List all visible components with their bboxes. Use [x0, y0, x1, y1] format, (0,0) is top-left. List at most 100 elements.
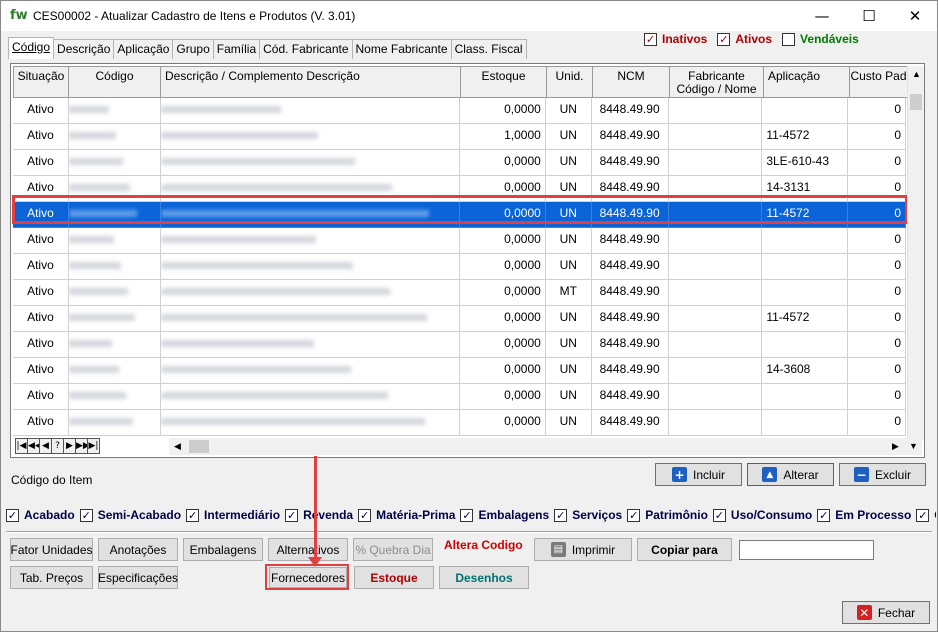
cell-ncm[interactable]: 8448.49.90 — [591, 280, 669, 306]
cell-unid[interactable]: UN — [545, 358, 592, 384]
quebra-dia-button[interactable]: % Quebra Dia — [353, 538, 433, 561]
cell-fabricante[interactable] — [668, 306, 763, 332]
cell-descricao[interactable] — [160, 124, 460, 150]
tab-familia[interactable]: Família — [212, 39, 261, 59]
cell-situacao[interactable]: Ativo — [13, 202, 69, 228]
tab-cod-fabricante[interactable]: Cód. Fabricante — [259, 39, 353, 59]
desenhos-button[interactable]: Desenhos — [439, 566, 529, 589]
table-row[interactable]: Ativo 0,0000 UN 8448.49.90 14-3131 0 — [13, 176, 906, 202]
cell-fabricante[interactable] — [668, 358, 763, 384]
cell-custo[interactable]: 0 — [848, 306, 906, 332]
cell-estoque[interactable]: 0,0000 — [459, 306, 546, 332]
cell-aplicacao[interactable] — [762, 254, 849, 280]
type-checkbox[interactable]: ✓ — [6, 508, 19, 522]
embalagens-button[interactable]: Embalagens — [183, 538, 263, 561]
cell-situacao[interactable]: Ativo — [13, 410, 69, 436]
table-row[interactable]: Ativo 0,0000 UN 8448.49.90 0 — [13, 254, 906, 280]
cell-fabricante[interactable] — [668, 410, 763, 436]
col-ncm[interactable]: NCM — [593, 66, 670, 98]
cell-codigo[interactable] — [68, 254, 161, 280]
type-filter-item[interactable]: ✓ Revenda — [285, 506, 353, 524]
cell-estoque[interactable]: 0,0000 — [459, 254, 546, 280]
cell-ncm[interactable]: 8448.49.90 — [591, 124, 669, 150]
table-row[interactable]: Ativo 1,0000 UN 8448.49.90 11-4572 0 — [13, 124, 906, 150]
ativos-checkbox[interactable]: ✓ — [717, 32, 731, 46]
cell-fabricante[interactable] — [668, 254, 763, 280]
altera-codigo-button[interactable]: Altera Codigo — [444, 538, 523, 552]
col-estoque[interactable]: Estoque — [461, 66, 547, 98]
cell-aplicacao[interactable] — [762, 98, 849, 124]
tab-descricao[interactable]: Descrição — [53, 39, 115, 59]
vertical-scroll-thumb[interactable] — [910, 94, 922, 110]
cell-unid[interactable]: UN — [545, 202, 592, 228]
type-checkbox[interactable]: ✓ — [712, 508, 726, 522]
cell-situacao[interactable]: Ativo — [13, 228, 69, 254]
cell-aplicacao[interactable]: 14-3608 — [762, 358, 849, 384]
type-checkbox[interactable]: ✓ — [285, 508, 299, 522]
especificacoes-button[interactable]: Especificações — [98, 566, 178, 589]
cell-codigo[interactable] — [68, 228, 161, 254]
scroll-right-icon[interactable]: ▶ — [887, 438, 904, 455]
cell-custo[interactable]: 0 — [848, 150, 906, 176]
cell-unid[interactable]: UN — [545, 306, 592, 332]
table-row[interactable]: Ativo 0,0000 UN 8448.49.90 0 — [13, 98, 906, 124]
type-filter-item[interactable]: ✓ Embalagens — [460, 506, 549, 524]
cell-descricao[interactable] — [160, 280, 460, 306]
table-row[interactable]: Ativo 0,0000 UN 8448.49.90 0 — [13, 384, 906, 410]
table-row[interactable]: Ativo 0,0000 UN 8448.49.90 0 — [13, 410, 906, 436]
nav-last-button[interactable]: ▶| — [87, 438, 100, 454]
tab-precos-button[interactable]: Tab. Preços — [10, 566, 93, 589]
tab-class-fiscal[interactable]: Class. Fiscal — [450, 39, 527, 59]
col-unid[interactable]: Unid. — [547, 66, 593, 98]
cell-unid[interactable]: MT — [545, 280, 592, 306]
cell-codigo[interactable] — [68, 150, 161, 176]
col-fabricante[interactable]: Fabricante Código / Nome — [670, 66, 764, 98]
incluir-button[interactable]: + Incluir — [655, 463, 742, 486]
type-filter-item[interactable]: ✓ Uso/Consumo — [712, 506, 812, 524]
cell-custo[interactable]: 0 — [848, 202, 906, 228]
type-filter-item[interactable]: ✓ Patrimônio — [627, 506, 708, 524]
cell-situacao[interactable]: Ativo — [13, 124, 69, 150]
tab-nome-fabricante[interactable]: Nome Fabricante — [351, 39, 452, 59]
cell-custo[interactable]: 0 — [848, 254, 906, 280]
cell-codigo[interactable] — [68, 124, 161, 150]
cell-descricao[interactable] — [160, 202, 460, 228]
col-aplicacao[interactable]: Aplicação — [764, 66, 850, 98]
cell-unid[interactable]: UN — [545, 332, 592, 358]
cell-estoque[interactable]: 0,0000 — [459, 176, 546, 202]
cell-fabricante[interactable] — [668, 280, 763, 306]
table-row[interactable]: Ativo 0,0000 UN 8448.49.90 0 — [13, 332, 906, 358]
cell-aplicacao[interactable]: 3LE-610-43 — [762, 150, 849, 176]
cell-unid[interactable]: UN — [545, 384, 592, 410]
cell-ncm[interactable]: 8448.49.90 — [591, 202, 669, 228]
items-grid[interactable]: Situação Código Descrição / Complemento … — [10, 63, 925, 458]
cell-ncm[interactable]: 8448.49.90 — [591, 384, 669, 410]
cell-custo[interactable]: 0 — [848, 176, 906, 202]
cell-codigo[interactable] — [68, 332, 161, 358]
cell-fabricante[interactable] — [668, 124, 763, 150]
cell-estoque[interactable]: 0,0000 — [459, 410, 546, 436]
table-row[interactable]: Ativo 0,0000 UN 8448.49.90 11-4572 0 — [13, 306, 906, 332]
cell-descricao[interactable] — [160, 228, 460, 254]
cell-codigo[interactable] — [68, 410, 161, 436]
cell-ncm[interactable]: 8448.49.90 — [591, 358, 669, 384]
maximize-button[interactable]: ☐ — [846, 1, 892, 31]
scroll-up-icon[interactable]: ▲ — [908, 66, 924, 83]
cell-aplicacao[interactable]: 11-4572 — [762, 202, 849, 228]
cell-estoque[interactable]: 0,0000 — [459, 384, 546, 410]
cell-estoque[interactable]: 0,0000 — [459, 202, 546, 228]
cell-aplicacao[interactable] — [762, 384, 849, 410]
cell-fabricante[interactable] — [668, 202, 763, 228]
cell-situacao[interactable]: Ativo — [13, 358, 69, 384]
cell-custo[interactable]: 0 — [848, 98, 906, 124]
cell-situacao[interactable]: Ativo — [13, 306, 69, 332]
type-filter-item[interactable]: ✓ Outros — [916, 506, 936, 524]
cell-descricao[interactable] — [160, 410, 460, 436]
cell-situacao[interactable]: Ativo — [13, 384, 69, 410]
cell-descricao[interactable] — [160, 384, 460, 410]
vendaveis-checkbox[interactable] — [782, 32, 796, 46]
cell-estoque[interactable]: 0,0000 — [459, 228, 546, 254]
type-filter-item[interactable]: ✓ Em Processo — [817, 506, 911, 524]
cell-codigo[interactable] — [68, 176, 161, 202]
cell-aplicacao[interactable] — [762, 332, 849, 358]
